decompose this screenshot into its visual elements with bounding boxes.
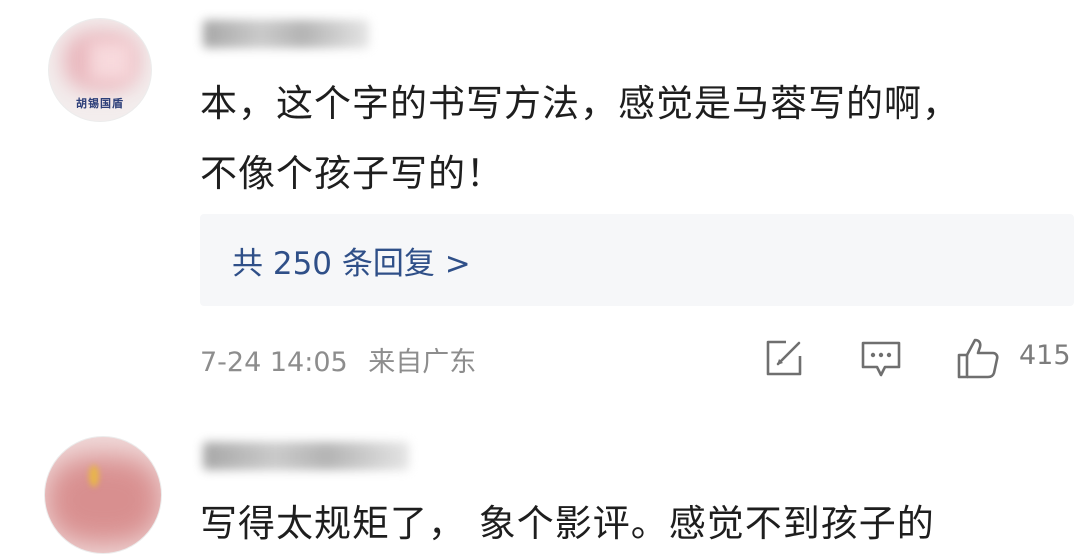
username-blurred[interactable] (203, 20, 369, 48)
comment-icon[interactable] (860, 340, 902, 378)
like-count: 415 (1019, 340, 1071, 371)
avatar[interactable] (44, 436, 162, 554)
avatar-image-blur (89, 41, 133, 81)
comment-meta: 7-24 14:05 来自广东 (200, 340, 476, 379)
username-blurred[interactable] (203, 442, 409, 470)
comment-text-line: 写得太规矩了， 象个影评。感觉不到孩子的 (200, 502, 935, 545)
avatar-image-blur (89, 465, 99, 487)
replies-panel[interactable]: 共 250 条回复 > (200, 214, 1074, 306)
thumbs-up-icon[interactable] (956, 336, 1000, 380)
comment-location: 来自广东 (368, 347, 477, 378)
view-replies-link[interactable]: 共 250 条回复 > (232, 238, 471, 283)
avatar[interactable]: 胡锡国盾 (48, 18, 152, 122)
comment-date: 7-24 14:05 (200, 347, 348, 378)
avatar-image-blur (45, 455, 161, 545)
avatar-caption: 胡锡国盾 (76, 97, 124, 110)
edit-share-icon[interactable] (764, 338, 804, 378)
comment-text-line: 本，这个字的书写方法，感觉是马蓉写的啊， (200, 82, 960, 125)
comment-text-line: 不像个孩子写的！ (200, 152, 504, 195)
